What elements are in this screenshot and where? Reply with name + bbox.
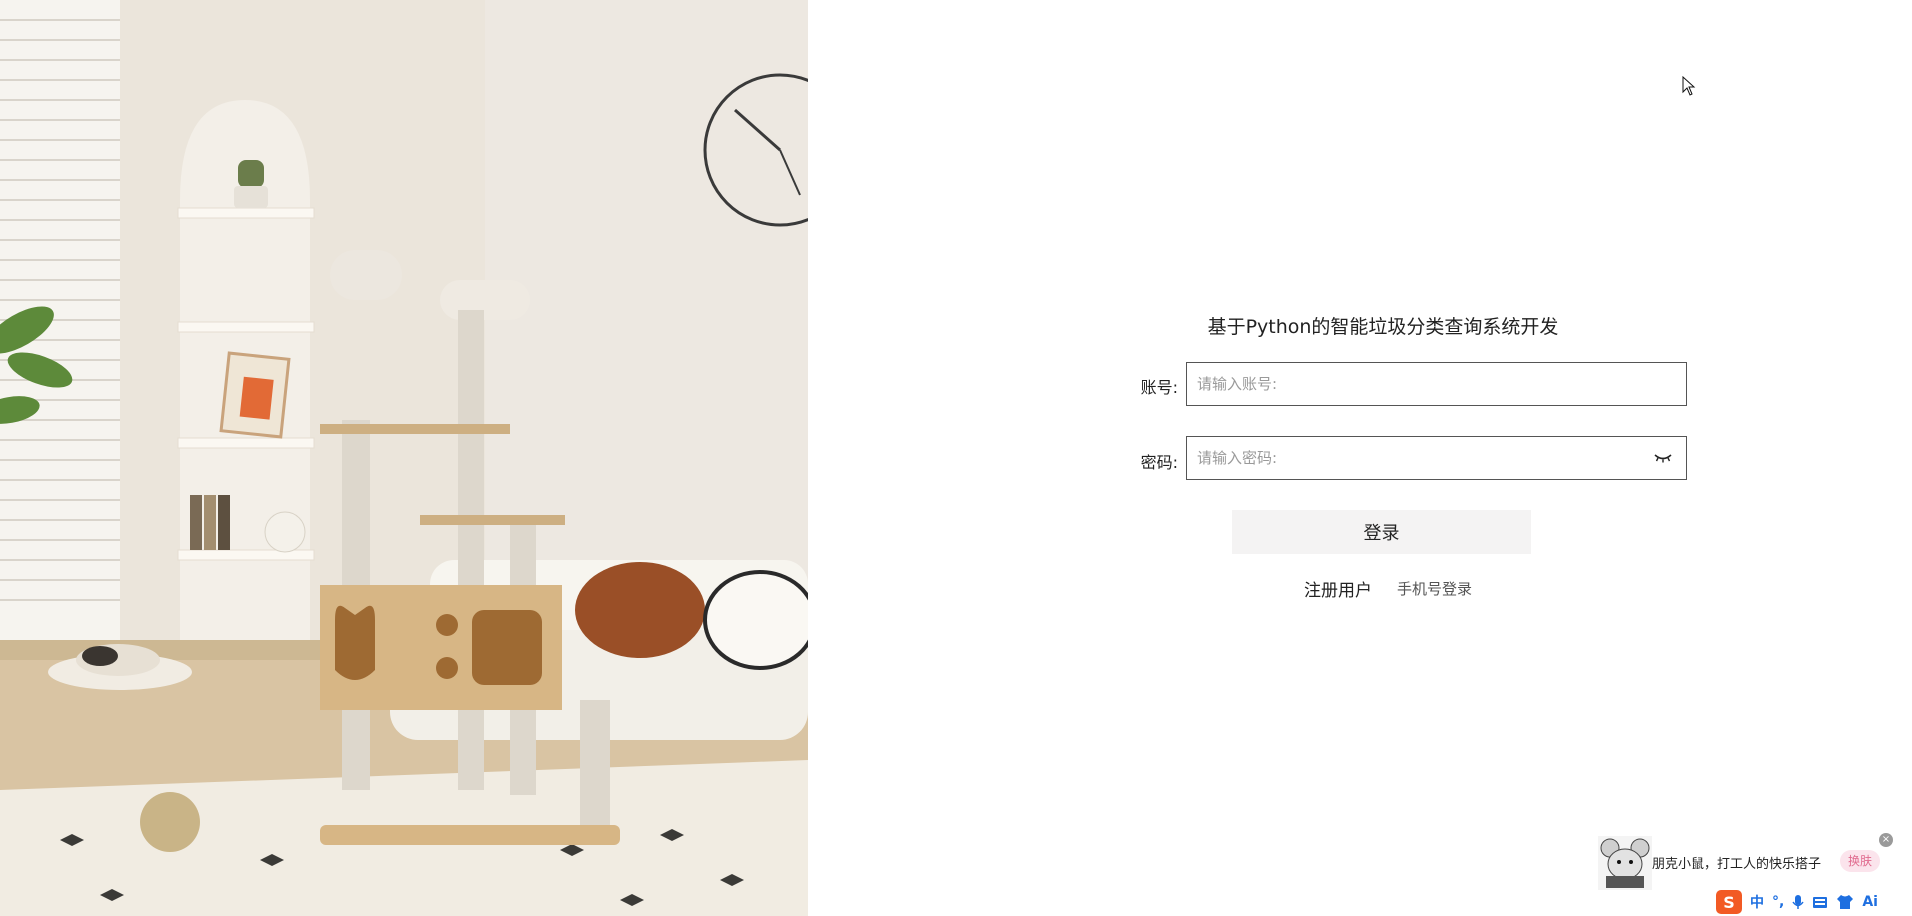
account-label: 账号:	[1140, 378, 1178, 397]
mouse-mascot-icon	[1598, 836, 1652, 890]
shirt-icon[interactable]	[1836, 894, 1854, 910]
interior-illustration	[0, 0, 808, 916]
ime-ai-button[interactable]: Ai	[1862, 894, 1878, 910]
login-page: 基于Python的智能垃圾分类查询系统开发 账号: 密码: 登录 注册用户 手机…	[0, 0, 1912, 916]
password-toggle-button[interactable]	[1650, 448, 1676, 468]
password-label: 密码:	[1140, 453, 1178, 472]
ime-skin-button[interactable]: 换肤	[1840, 850, 1880, 872]
mic-icon[interactable]	[1792, 894, 1804, 910]
sogou-logo-icon[interactable]: S	[1716, 890, 1742, 914]
ime-tip-popup: 朋克小鼠，打工人的快乐搭子 换肤	[1598, 836, 1894, 890]
login-button[interactable]: 登录	[1232, 510, 1531, 554]
phone-login-link[interactable]: 手机号登录	[1397, 578, 1472, 599]
keyboard-icon[interactable]	[1812, 895, 1828, 909]
mouse-cursor-icon	[1682, 76, 1696, 96]
ime-punctuation-toggle[interactable]: °,	[1772, 894, 1784, 910]
eye-closed-icon	[1654, 454, 1672, 463]
hero-image	[0, 0, 808, 916]
ime-toolbar: S 中 °, Ai	[1716, 890, 1878, 914]
page-title: 基于Python的智能垃圾分类查询系统开发	[1207, 316, 1559, 338]
ime-message-text: 朋克小鼠，打工人的快乐搭子	[1652, 857, 1822, 872]
account-input[interactable]	[1186, 362, 1687, 406]
register-link[interactable]: 注册用户	[1304, 576, 1372, 601]
ime-mode-toggle[interactable]: 中	[1750, 892, 1764, 912]
password-input[interactable]	[1186, 436, 1687, 480]
ime-close-button[interactable]: ×	[1879, 833, 1893, 847]
